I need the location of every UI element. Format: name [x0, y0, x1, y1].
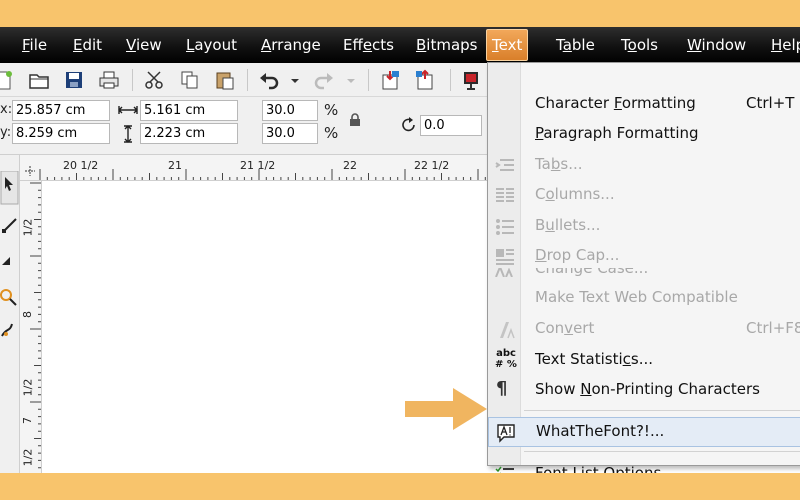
menu-item-character-formatting[interactable]: Character Formatting Ctrl+T	[488, 90, 800, 120]
shape-tool-icon[interactable]	[0, 215, 20, 235]
freehand-tool-icon[interactable]	[0, 320, 20, 340]
tabs-icon	[495, 159, 514, 171]
menu-bar: File Edit View Layout Arrange Effects Bi…	[0, 27, 800, 63]
cut-icon[interactable]	[143, 69, 165, 91]
object-height-icon	[124, 125, 132, 143]
lock-ratio-icon[interactable]	[348, 113, 362, 127]
pilcrow-icon: ¶	[496, 378, 508, 399]
ruler-label: 1/2	[21, 378, 35, 397]
menu-edit[interactable]: Edit	[73, 27, 102, 63]
application-window: File Edit View Layout Arrange Effects Bi…	[0, 27, 800, 473]
y-position-label: y:	[0, 125, 12, 140]
rotation-icon	[402, 117, 415, 132]
shortcut-label: Ctrl+F8	[746, 319, 800, 337]
toolbox	[0, 155, 20, 473]
ruler-label: 21	[168, 159, 182, 172]
export-icon[interactable]	[414, 69, 436, 91]
undo-icon[interactable]	[258, 69, 280, 91]
menu-item-whatthefont[interactable]: WhatTheFont?!...	[488, 417, 800, 447]
menu-effects[interactable]: Effects	[343, 27, 394, 63]
menu-separator	[524, 451, 800, 452]
menu-file[interactable]: File	[22, 27, 47, 63]
ruler-label: 8	[21, 311, 34, 318]
menu-tools[interactable]: Tools	[621, 27, 658, 63]
copy-icon[interactable]	[179, 69, 201, 91]
annotation-arrow-icon	[405, 388, 487, 430]
change-case-icon	[495, 268, 513, 277]
text-menu-dropdown: Character Formatting Ctrl+T Paragraph Fo…	[487, 62, 800, 473]
open-folder-icon[interactable]	[28, 69, 50, 91]
rotation-angle-field[interactable]: 0.0	[420, 115, 482, 136]
text-statistics-icon: abc # %	[495, 348, 517, 370]
y-position-field[interactable]: 8.259 cm	[12, 123, 110, 144]
whatthefont-icon	[497, 424, 515, 443]
menu-view[interactable]: View	[126, 27, 162, 63]
menu-table[interactable]: Table	[556, 27, 595, 63]
object-width-icon	[118, 106, 138, 114]
save-icon[interactable]	[63, 69, 85, 91]
toolbar-separator	[132, 69, 133, 91]
ruler-label: 22	[343, 159, 357, 172]
convert-icon	[500, 322, 515, 339]
percent-label: %	[324, 101, 339, 119]
vertical-ruler: 1/2 8 1/2 7 1/2	[20, 181, 42, 473]
undo-dropdown-icon[interactable]	[289, 69, 301, 91]
ruler-label: 1/2	[21, 448, 35, 467]
ruler-label: 1/2	[21, 218, 35, 237]
menu-item-text-statistics[interactable]: abc # % Text Statistics...	[488, 346, 800, 376]
object-width-field[interactable]: 5.161 cm	[140, 100, 238, 121]
redo-icon	[314, 73, 333, 90]
menu-item-paragraph-formatting[interactable]: Paragraph Formatting	[488, 120, 800, 150]
scale-x-field[interactable]: 30.0	[262, 100, 318, 121]
ruler-label: 21 1/2	[240, 159, 276, 172]
menu-item-convert: Convert Ctrl+F8	[488, 315, 800, 345]
publish-pdf-icon[interactable]	[461, 69, 483, 91]
new-document-icon[interactable]	[0, 69, 14, 91]
menu-item-tabs: Tabs...	[488, 151, 800, 181]
menu-item-change-case: Change Case...	[488, 268, 800, 277]
menu-bitmaps[interactable]: Bitmaps	[416, 27, 478, 63]
toolbar-separator	[247, 69, 248, 91]
x-position-label: x:	[0, 102, 13, 117]
pick-tool-icon[interactable]	[0, 171, 20, 205]
ruler-label: 7	[21, 417, 34, 424]
menu-help[interactable]: Help	[771, 27, 800, 63]
import-icon[interactable]	[379, 69, 401, 91]
scale-y-field[interactable]: 30.0	[262, 123, 318, 144]
toolbar-separator	[450, 69, 451, 91]
crop-tool-icon[interactable]	[0, 255, 20, 275]
columns-icon	[496, 188, 514, 202]
percent-label: %	[324, 124, 339, 142]
menu-item-font-list-options[interactable]: Font List Options...	[488, 460, 800, 473]
object-height-field[interactable]: 2.223 cm	[140, 123, 238, 144]
font-list-options-icon	[495, 466, 514, 473]
ruler-label: 20 1/2	[63, 159, 99, 172]
bullets-icon	[496, 219, 514, 235]
drop-cap-icon	[496, 249, 514, 265]
ruler-origin-icon[interactable]	[24, 165, 36, 177]
menu-layout[interactable]: Layout	[186, 27, 237, 63]
menu-window[interactable]: Window	[687, 27, 746, 63]
zoom-tool-icon[interactable]	[0, 285, 20, 309]
print-icon[interactable]	[98, 69, 120, 91]
toolbar-separator	[368, 69, 369, 91]
menu-item-columns: Columns...	[488, 181, 800, 211]
menu-item-make-text-web-compatible: Make Text Web Compatible	[535, 288, 738, 306]
shortcut-label: Ctrl+T	[746, 94, 795, 112]
x-position-field[interactable]: 25.857 cm	[12, 100, 110, 121]
menu-item-show-non-printing-characters[interactable]: ¶ Show Non-Printing Characters	[488, 376, 800, 406]
menu-arrange[interactable]: Arrange	[261, 27, 321, 63]
menu-item-bullets: Bullets...	[488, 212, 800, 242]
redo-dropdown-icon	[347, 79, 355, 83]
menu-text[interactable]: Text	[486, 29, 529, 61]
paste-icon[interactable]	[214, 69, 236, 91]
menu-separator	[524, 410, 800, 411]
ruler-label: 22 1/2	[414, 159, 450, 172]
